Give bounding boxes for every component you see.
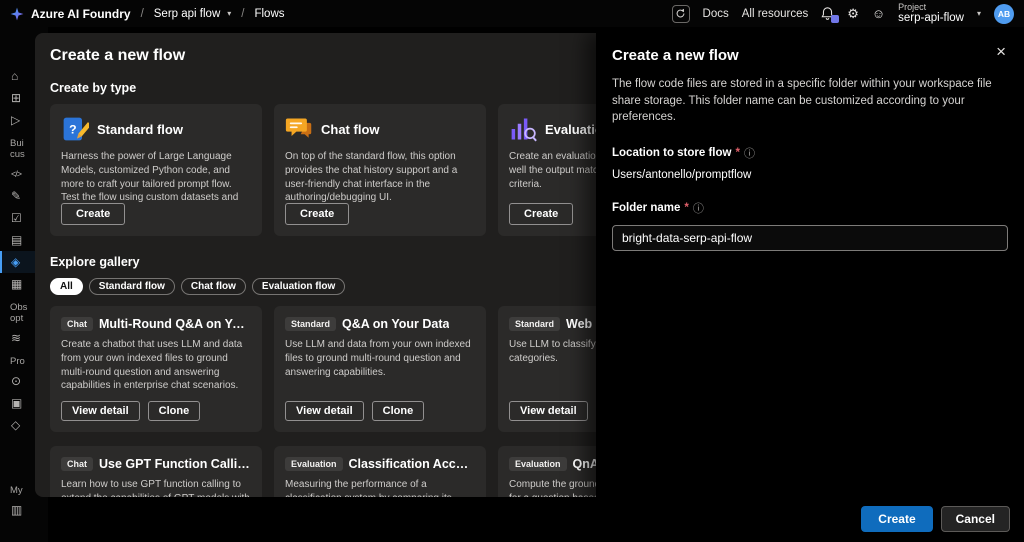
gallery-card-qa-on-your-data: Standard Q&A on Your Data Use LLM and da… — [274, 306, 486, 432]
folder-name-field-label: Folder name* ⓘ — [612, 200, 1008, 216]
project-chevron-down-icon[interactable]: ▾ — [977, 10, 981, 18]
project-switcher[interactable]: Project serp-api-flow — [898, 2, 964, 26]
create-evaluation-flow-button[interactable]: Create — [509, 203, 573, 225]
playground-icon: ▷ — [11, 113, 20, 127]
create-chat-flow-button[interactable]: Create — [285, 203, 349, 225]
gallery-card-title: Q&A on Your Data — [342, 317, 449, 331]
prompt-flow-icon: ◈ — [11, 255, 20, 269]
gallery-card-description: Create a chatbot that uses LLM and data … — [61, 338, 251, 393]
evaluation-flow-icon — [509, 115, 537, 143]
data-files-icon: ▥ — [11, 503, 22, 517]
indexes-icon: ▤ — [11, 233, 22, 247]
gallery-card-title: Multi-Round Q&A on Your Data — [99, 317, 251, 331]
gallery-badge: Chat — [61, 317, 93, 331]
type-card-chat-flow: Chat flow On top of the standard flow, t… — [274, 104, 486, 236]
create-standard-flow-button[interactable]: Create — [61, 203, 125, 225]
gallery-badge: Evaluation — [285, 457, 343, 471]
app-name[interactable]: Azure AI Foundry — [31, 7, 131, 21]
notifications-bell-icon[interactable] — [821, 6, 834, 21]
monitoring-icon: ⊙ — [11, 374, 21, 388]
required-asterisk: * — [735, 147, 739, 159]
all-resources-link[interactable]: All resources — [742, 8, 808, 20]
clone-button[interactable]: Clone — [372, 401, 425, 421]
gallery-card-gpt-function-calling: Chat Use GPT Function Calling Learn how … — [50, 446, 262, 497]
type-card-title: Chat flow — [321, 122, 380, 137]
model-catalog-icon: ⊞ — [11, 91, 21, 105]
gallery-card-multi-round-qa: Chat Multi-Round Q&A on Your Data Create… — [50, 306, 262, 432]
breadcrumb-flow[interactable]: Serp api flow — [154, 8, 220, 20]
gallery-card-description: Use LLM and data from your own indexed f… — [285, 338, 475, 379]
guardrails-icon: ▣ — [11, 396, 22, 410]
panel-description: The flow code files are stored in a spec… — [612, 76, 1008, 126]
create-button[interactable]: Create — [861, 506, 932, 532]
settings-gear-icon[interactable]: ⚙ — [847, 7, 859, 20]
svg-text:?: ? — [69, 122, 76, 136]
folder-name-input[interactable] — [612, 225, 1008, 251]
project-label: Project — [898, 2, 964, 12]
evaluation-icon: ☑ — [11, 211, 22, 225]
safety-icon: ◇ — [11, 418, 20, 432]
gallery-card-title: Classification Accuracy Evaluation — [349, 457, 475, 471]
content-icon: ▦ — [11, 277, 22, 291]
fine-tuning-icon: ✎ — [11, 189, 21, 203]
gallery-badge: Standard — [285, 317, 336, 331]
breadcrumb-separator: / — [241, 8, 244, 20]
gallery-badge: Evaluation — [509, 457, 567, 471]
gallery-card-classification-accuracy: Evaluation Classification Accuracy Evalu… — [274, 446, 486, 497]
filter-pill-evaluation-flow[interactable]: Evaluation flow — [252, 278, 345, 295]
panel-footer: Create Cancel — [861, 506, 1010, 532]
cancel-button[interactable]: Cancel — [941, 506, 1010, 532]
type-card-standard-flow: ? Standard flow Harness the power of Lar… — [50, 104, 262, 236]
filter-pill-standard-flow[interactable]: Standard flow — [89, 278, 175, 295]
folder-name-info-icon[interactable]: ⓘ — [693, 200, 704, 216]
breadcrumb-page-flows[interactable]: Flows — [254, 8, 284, 20]
type-card-title: Standard flow — [97, 122, 183, 137]
standard-flow-icon: ? — [61, 115, 89, 143]
view-detail-button[interactable]: View detail — [61, 401, 140, 421]
view-detail-button[interactable]: View detail — [285, 401, 364, 421]
gallery-badge: Chat — [61, 457, 93, 471]
feedback-smiley-icon[interactable]: ☺ — [872, 7, 885, 20]
gallery-badge: Standard — [509, 317, 560, 331]
top-bar: Azure AI Foundry / Serp api flow ▾ / Flo… — [0, 0, 1024, 27]
resource-switcher-icon[interactable] — [672, 5, 690, 23]
gallery-card-description: Learn how to use GPT function calling to… — [61, 478, 251, 497]
breadcrumb-separator: / — [141, 8, 144, 20]
home-icon: ⌂ — [11, 69, 18, 83]
project-name: serp-api-flow — [898, 12, 964, 25]
code-icon: </> — [11, 169, 21, 179]
user-avatar[interactable]: AB — [994, 4, 1014, 24]
panel-title: Create a new flow — [612, 47, 1008, 64]
azure-ai-foundry-logo-icon[interactable] — [10, 7, 24, 21]
gallery-card-title: Use GPT Function Calling — [99, 457, 251, 471]
notification-badge — [831, 15, 839, 23]
close-icon[interactable]: × — [990, 42, 1012, 61]
filter-pill-chat-flow[interactable]: Chat flow — [181, 278, 246, 295]
view-detail-button[interactable]: View detail — [509, 401, 588, 421]
type-card-description: Harness the power of Large Language Mode… — [61, 150, 251, 203]
gallery-card-description: Measuring the performance of a classific… — [285, 478, 475, 497]
location-info-icon[interactable]: ⓘ — [744, 145, 755, 161]
clone-button[interactable]: Clone — [148, 401, 201, 421]
chat-flow-icon — [285, 115, 313, 143]
required-asterisk: * — [684, 202, 688, 214]
tracing-icon: ≋ — [11, 331, 21, 345]
location-field-label: Location to store flow* ⓘ — [612, 145, 1008, 161]
filter-pill-all[interactable]: All — [50, 278, 83, 295]
breadcrumb-chevron-down-icon[interactable]: ▾ — [227, 10, 231, 18]
location-value: Users/antonello/promptflow — [612, 169, 1008, 181]
folder-settings-panel: Create a new flow × The flow code files … — [596, 33, 1024, 542]
docs-link[interactable]: Docs — [703, 8, 729, 20]
type-card-description: On top of the standard flow, this option… — [285, 150, 475, 203]
sidebar-item-data-files[interactable]: ▥ — [0, 499, 48, 521]
